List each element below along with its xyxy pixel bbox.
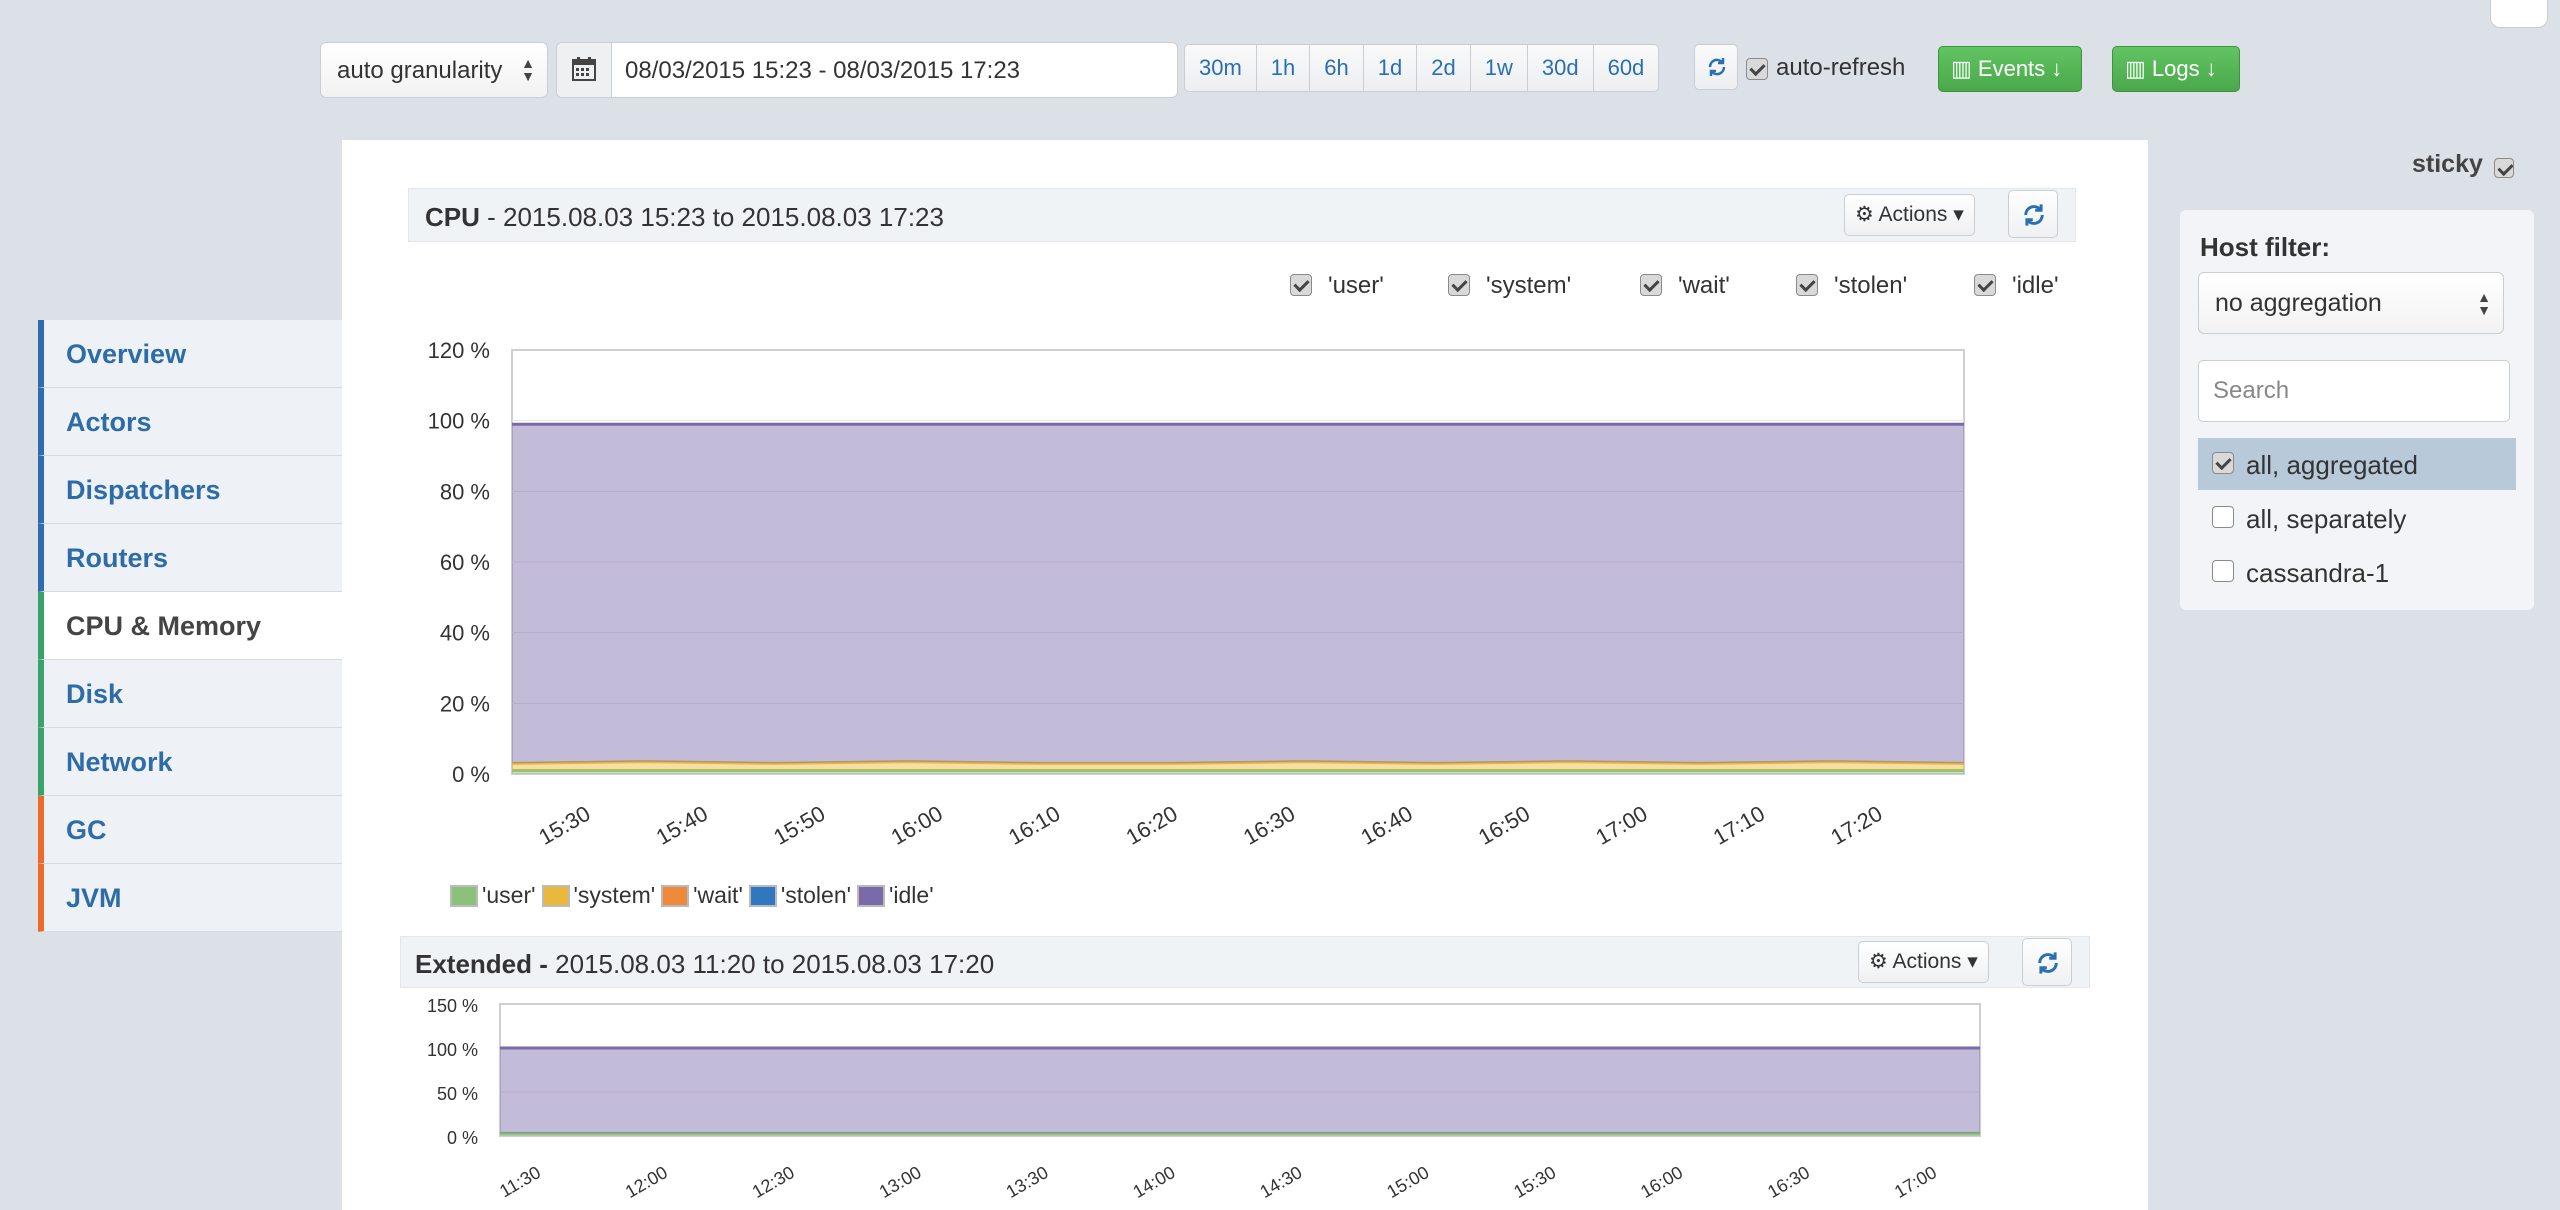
aggregation-select[interactable]: no aggregation ▲ ▼ xyxy=(2198,272,2504,334)
cpu-x-tick-label: 16:20 xyxy=(1122,801,1182,850)
host-option-checkbox[interactable] xyxy=(2212,506,2234,528)
legend-label-wait: 'wait' xyxy=(693,882,743,908)
extended-panel-title: Extended - 2015.08.03 11:20 to 2015.08.0… xyxy=(415,949,995,979)
cpu-x-tick-label: 15:40 xyxy=(652,801,712,850)
cpu-x-tick-label: 16:30 xyxy=(1239,801,1299,850)
extended-series-idle-area xyxy=(500,1048,1980,1134)
extended-y-tick-label: 50 % xyxy=(437,1084,478,1104)
gear-icon: ⚙ xyxy=(1869,950,1893,973)
cpu-x-tick-label: 16:00 xyxy=(887,801,947,850)
extended-x-tick-label: 16:30 xyxy=(1764,1162,1813,1202)
cpu-x-tick-label: 15:50 xyxy=(769,801,829,850)
extended-refresh-button[interactable] xyxy=(2022,938,2072,986)
legend-label-user: 'user' xyxy=(482,882,536,908)
cpu-legend: 'user' 'system' 'wait' 'stolen' 'idle' xyxy=(450,882,940,909)
host-option-all-separately[interactable]: all, separately xyxy=(2198,492,2516,544)
extended-x-tick-label: 12:00 xyxy=(622,1162,671,1202)
refresh-icon xyxy=(2038,952,2058,974)
legend-label-stolen: 'stolen' xyxy=(780,882,852,908)
cpu-y-tick-label: 0 % xyxy=(452,762,490,787)
cpu-x-tick-label: 16:10 xyxy=(1004,801,1064,850)
legend-swatch-system xyxy=(541,884,570,907)
sticky-label: sticky xyxy=(2412,150,2483,178)
aggregation-value: no aggregation xyxy=(2215,289,2382,317)
legend-label-idle: 'idle' xyxy=(889,882,934,908)
extended-x-tick-label: 12:30 xyxy=(749,1162,798,1202)
cpu-x-tick-label: 16:40 xyxy=(1356,801,1416,850)
legend-swatch-stolen xyxy=(748,884,777,907)
host-search-input[interactable]: Search xyxy=(2198,360,2510,422)
extended-y-tick-label: 100 % xyxy=(427,1040,478,1060)
legend-swatch-wait xyxy=(661,884,690,907)
cpu-y-tick-label: 60 % xyxy=(440,550,490,575)
host-filter-label: Host filter: xyxy=(2200,232,2330,262)
extended-x-tick-label: 15:30 xyxy=(1510,1162,1559,1202)
cpu-y-tick-label: 100 % xyxy=(428,409,490,434)
extended-x-tick-label: 14:30 xyxy=(1256,1162,1305,1202)
updown-arrows-icon: ▲ ▼ xyxy=(2477,289,2491,318)
host-option-cassandra-1[interactable]: cassandra-1 xyxy=(2198,546,2516,598)
cpu-y-tick-label: 20 % xyxy=(440,691,490,716)
cpu-x-tick-label: 15:30 xyxy=(534,801,594,850)
extended-x-tick-label: 16:00 xyxy=(1637,1162,1686,1202)
caret-down-icon: ▾ xyxy=(1961,950,1978,973)
extended-x-tick-label: 13:30 xyxy=(1003,1162,1052,1202)
extended-panel-header: Extended - 2015.08.03 11:20 to 2015.08.0… xyxy=(400,936,2090,988)
cpu-y-tick-label: 40 % xyxy=(440,621,490,646)
legend-label-system: 'system' xyxy=(573,882,656,908)
extended-y-tick-label: 150 % xyxy=(427,996,478,1016)
host-option-checkbox[interactable] xyxy=(2212,560,2234,582)
host-option-checkbox[interactable] xyxy=(2212,452,2234,474)
extended-x-tick-label: 17:00 xyxy=(1891,1162,1940,1202)
host-search-placeholder: Search xyxy=(2213,377,2290,404)
cpu-x-tick-label: 17:10 xyxy=(1709,801,1769,850)
host-option-all-aggregated[interactable]: all, aggregated xyxy=(2198,438,2516,490)
cpu-series-idle-area xyxy=(512,424,1964,764)
extended-x-tick-label: 14:00 xyxy=(1130,1162,1179,1202)
extended-x-tick-label: 13:00 xyxy=(876,1162,925,1202)
cpu-y-tick-label: 120 % xyxy=(428,338,490,363)
host-filter-panel: Host filter: no aggregation ▲ ▼ Search al… xyxy=(2180,210,2534,610)
cpu-x-tick-label: 17:00 xyxy=(1591,801,1651,850)
extended-x-tick-label: 11:30 xyxy=(496,1162,544,1201)
extended-x-tick-label: 15:00 xyxy=(1383,1162,1432,1202)
cpu-chart: 0 % 20 % 40 % 60 % 80 % 100 % 120 % 15:30 15:40 1… xyxy=(427,338,1981,1202)
sticky-checkbox[interactable] xyxy=(2494,158,2514,178)
cpu-x-tick-label: 17:20 xyxy=(1826,801,1886,850)
cpu-x-tick-label: 16:50 xyxy=(1474,801,1534,850)
corner-toggle[interactable] xyxy=(2490,0,2548,28)
legend-swatch-idle xyxy=(857,884,886,907)
cpu-y-tick-label: 80 % xyxy=(440,479,490,504)
extended-y-tick-label: 0 % xyxy=(447,1128,478,1148)
legend-swatch-user xyxy=(450,884,478,907)
extended-actions-button[interactable]: ⚙ Actions ▾ xyxy=(1858,941,1989,983)
